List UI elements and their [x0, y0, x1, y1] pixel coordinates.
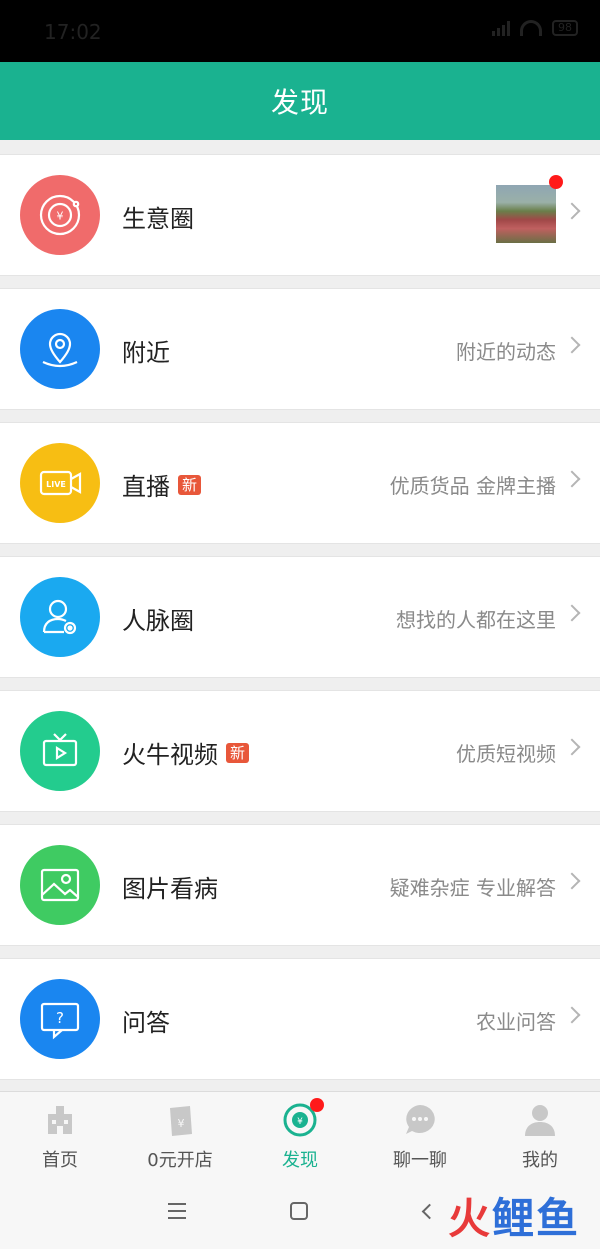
home-icon — [42, 1102, 78, 1138]
svg-text:¥: ¥ — [297, 1117, 303, 1127]
tab-label: 我的 — [522, 1150, 558, 1171]
app-header: 发现 — [0, 62, 600, 140]
page-title: 发现 — [270, 86, 329, 119]
location-pin-icon — [20, 309, 100, 389]
row-title: 生意圈 — [122, 205, 194, 233]
row-title: 火牛视频 — [122, 741, 218, 769]
bottom-tab-bar: 首页 ¥ 0元开店 ¥ 发现 聊一聊 我的 — [0, 1091, 600, 1177]
chevron-right-icon — [563, 1006, 581, 1024]
status-bar: 17:02 98 — [0, 0, 600, 62]
row-label: 直播 新 — [122, 467, 202, 502]
home-square-icon[interactable] — [290, 1202, 308, 1220]
question-chat-icon: ? — [20, 979, 100, 1059]
shop-icon: ¥ — [162, 1102, 198, 1138]
row-title: 直播 — [122, 473, 170, 501]
list-item-network[interactable]: 人脉圈 想找的人都在这里 — [0, 556, 600, 678]
svg-text:¥: ¥ — [178, 1117, 185, 1130]
row-description: 优质货品 金牌主播 — [389, 474, 556, 498]
notification-dot — [310, 1098, 324, 1112]
row-description: 疑难杂症 专业解答 — [389, 876, 556, 900]
chevron-right-icon — [563, 470, 581, 488]
profile-icon — [522, 1102, 558, 1138]
row-description: 农业问答 — [476, 1010, 556, 1034]
list-item-qa[interactable]: ? 问答 农业问答 — [0, 958, 600, 1080]
list-item-nearby[interactable]: 附近 附近的动态 — [0, 288, 600, 410]
tab-open-shop[interactable]: ¥ 0元开店 — [120, 1092, 240, 1178]
status-icons: 98 — [492, 20, 578, 36]
row-title: 图片看病 — [122, 875, 218, 903]
tab-label: 首页 — [42, 1150, 78, 1171]
person-icon — [20, 577, 100, 657]
list-item-videos[interactable]: 火牛视频 新 优质短视频 — [0, 690, 600, 812]
chevron-right-icon — [563, 738, 581, 756]
row-description: 附近的动态 — [456, 340, 556, 364]
tab-label: 0元开店 — [147, 1150, 213, 1171]
live-camera-icon: LIVE — [20, 443, 100, 523]
row-description: 优质短视频 — [456, 742, 556, 766]
discover-icon: ¥ — [282, 1098, 324, 1138]
tab-profile[interactable]: 我的 — [480, 1092, 600, 1178]
chevron-right-icon — [563, 872, 581, 890]
row-label: 人脉圈 — [122, 601, 194, 636]
system-nav-bar: 火鲤鱼 — [0, 1177, 600, 1249]
svg-text:?: ? — [56, 1009, 64, 1027]
wifi-icon — [520, 20, 542, 36]
chevron-right-icon — [563, 604, 581, 622]
list-item-business-circle[interactable]: ¥ 生意圈 — [0, 154, 600, 276]
chat-icon — [402, 1102, 438, 1138]
watermark: 火鲤鱼 — [447, 1194, 580, 1243]
image-icon — [20, 845, 100, 925]
chevron-right-icon — [563, 336, 581, 354]
notification-dot — [549, 175, 563, 189]
row-title: 附近 — [122, 339, 170, 367]
list-item-live[interactable]: LIVE 直播 新 优质货品 金牌主播 — [0, 422, 600, 544]
new-badge: 新 — [178, 474, 202, 495]
signal-icon — [492, 20, 510, 36]
battery-icon: 98 — [552, 20, 578, 36]
svg-text:¥: ¥ — [57, 210, 64, 223]
menu-icon[interactable] — [168, 1203, 186, 1224]
tab-label: 聊一聊 — [393, 1150, 447, 1171]
tab-chat[interactable]: 聊一聊 — [360, 1092, 480, 1178]
svg-text:LIVE: LIVE — [46, 480, 66, 489]
list-item-photo-diagnosis[interactable]: 图片看病 疑难杂症 专业解答 — [0, 824, 600, 946]
tv-play-icon — [20, 711, 100, 791]
row-title: 人脉圈 — [122, 607, 194, 635]
row-label: 问答 — [122, 1003, 170, 1038]
row-label: 图片看病 — [122, 869, 218, 904]
row-label: 生意圈 — [122, 199, 194, 234]
tab-discover[interactable]: ¥ 发现 — [240, 1092, 360, 1178]
row-description: 想找的人都在这里 — [396, 608, 556, 632]
tab-label: 发现 — [282, 1150, 318, 1171]
back-icon[interactable] — [421, 1203, 438, 1220]
money-circle-icon: ¥ — [20, 175, 100, 255]
chevron-right-icon — [563, 202, 581, 220]
row-title: 问答 — [122, 1009, 170, 1037]
row-label: 火牛视频 新 — [122, 735, 250, 770]
status-time: 17:02 — [44, 20, 102, 44]
row-label: 附近 — [122, 333, 170, 368]
new-badge: 新 — [226, 742, 250, 763]
tab-home[interactable]: 首页 — [0, 1092, 120, 1178]
business-thumbnail — [496, 185, 556, 243]
